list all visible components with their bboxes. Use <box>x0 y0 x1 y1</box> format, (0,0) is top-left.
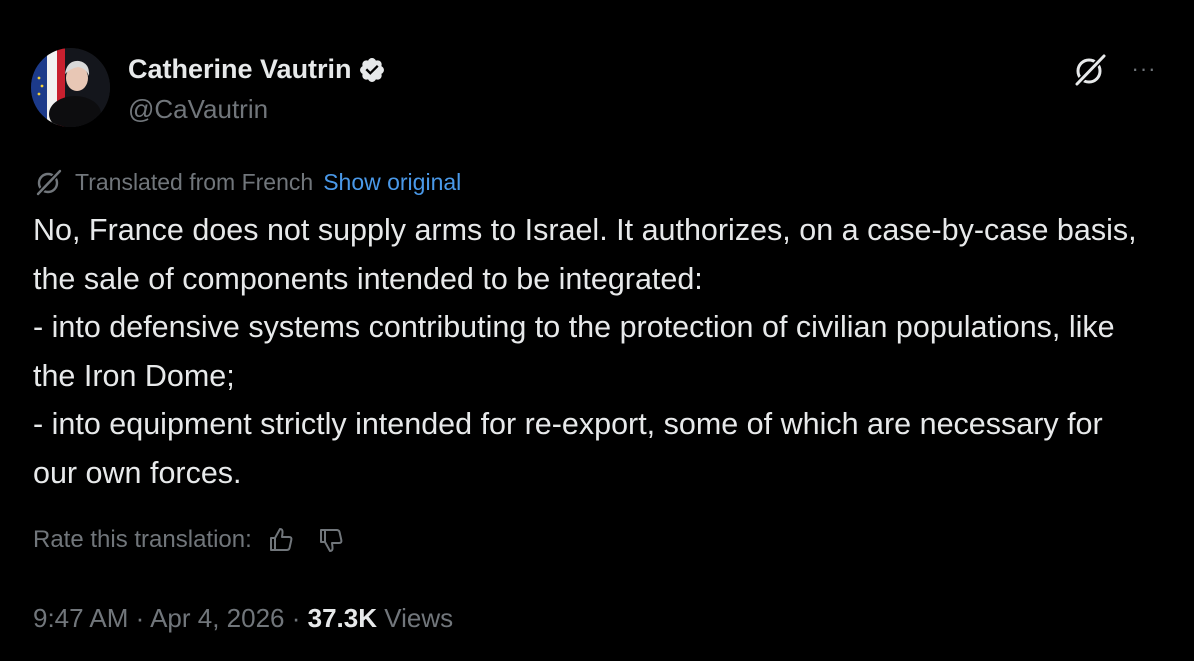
tweet-time[interactable]: 9:47 AM <box>33 603 128 633</box>
rate-translation-label: Rate this translation: <box>33 526 252 553</box>
translate-icon <box>33 166 65 198</box>
thumbs-down-icon[interactable] <box>316 525 346 555</box>
show-original-link[interactable]: Show original <box>323 169 461 196</box>
translation-notice: Translated from French Show original <box>33 166 461 198</box>
tweet-text: No, France does not supply arms to Israe… <box>33 206 1153 497</box>
author-name-text[interactable]: Catherine Vautrin <box>128 54 352 85</box>
views-count: 37.3K <box>307 603 378 633</box>
tweet-date[interactable]: Apr 4, 2026 <box>150 603 284 633</box>
verified-badge-icon[interactable] <box>358 56 386 84</box>
views-label: Views <box>384 603 454 633</box>
more-options-button[interactable]: ··· <box>1124 54 1164 84</box>
meta-separator: · <box>128 603 151 633</box>
more-icon: ··· <box>1131 56 1157 81</box>
thumbs-up-icon[interactable] <box>266 525 296 555</box>
author-avatar[interactable] <box>31 48 110 127</box>
meta-separator: · <box>284 603 308 633</box>
author-handle[interactable]: @CaVautrin <box>128 94 268 125</box>
rate-translation-row: Rate this translation: <box>33 525 346 555</box>
grok-button[interactable] <box>1070 52 1110 92</box>
translation-notice-text: Translated from French <box>75 168 314 195</box>
tweet-paragraph: - into equipment strictly intended for r… <box>33 407 1103 490</box>
tweet-meta: 9:47 AM · Apr 4, 2026 · 37.3K Views <box>33 603 453 634</box>
tweet-paragraph: No, France does not supply arms to Israe… <box>33 213 1137 296</box>
grok-icon <box>1071 51 1109 94</box>
author-display-name[interactable]: Catherine Vautrin <box>128 54 386 85</box>
tweet-paragraph: - into defensive systems contributing to… <box>33 310 1115 393</box>
